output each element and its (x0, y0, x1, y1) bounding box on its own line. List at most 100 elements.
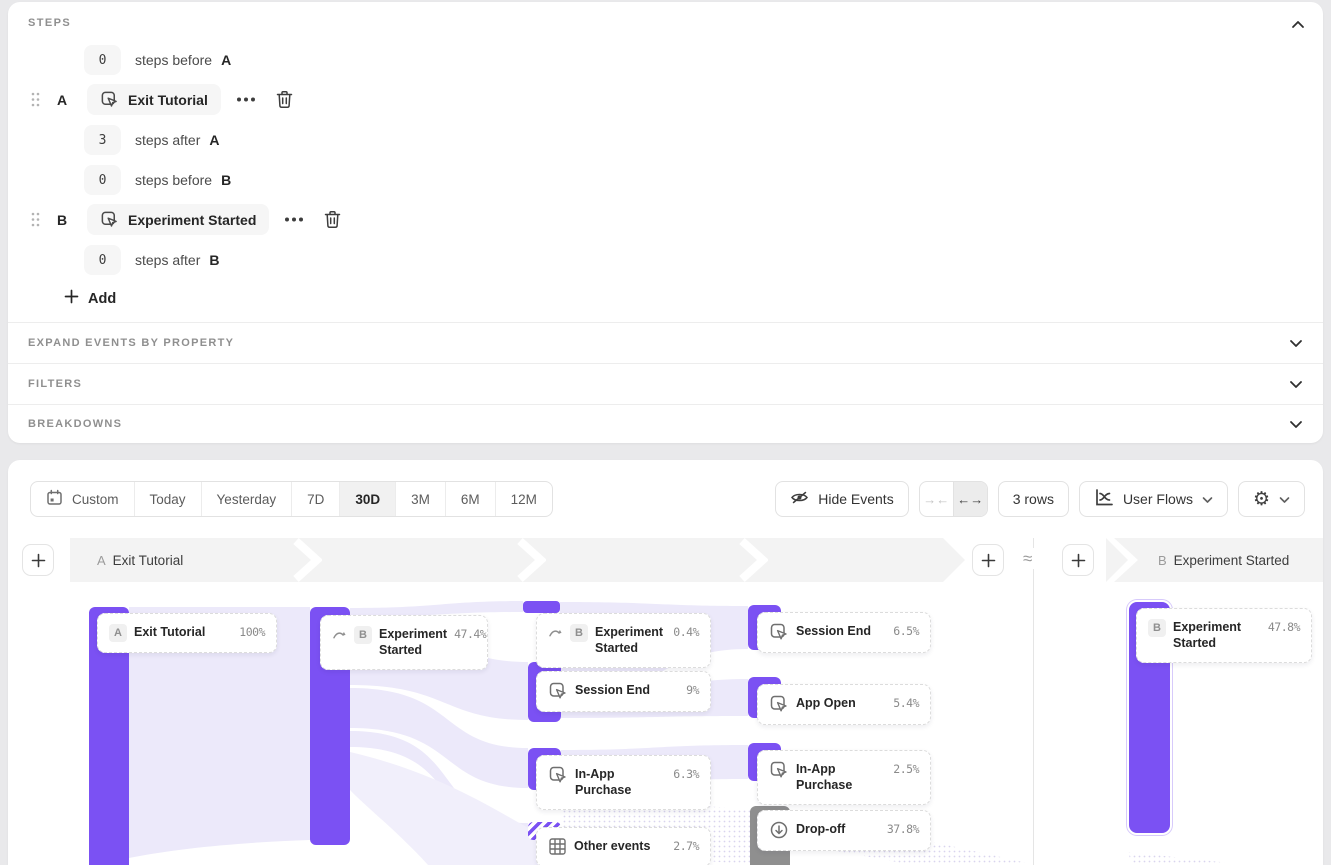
flows-visualization-panel: Custom Today Yesterday 7D 30D 3M 6M 12M … (8, 460, 1323, 865)
event-click-icon (769, 622, 789, 642)
steps-after-a-row: 3 steps after A (84, 125, 220, 155)
step-header-b-experiment-started[interactable]: B Experiment Started (1114, 538, 1323, 582)
date-range-12m[interactable]: 12M (495, 482, 552, 516)
skip-steps-icon (332, 629, 347, 640)
steps-before-b-row: 0 steps before B (84, 165, 231, 195)
collapse-columns-icon[interactable]: →← (920, 482, 953, 516)
column-width-toggle: →← ←→ (919, 481, 988, 517)
steps-before-a-row: 0 steps before A (84, 45, 231, 75)
chevron-down-icon (1202, 491, 1213, 507)
skip-steps-icon (548, 627, 563, 638)
trash-icon[interactable] (324, 210, 341, 229)
rows-count-button[interactable]: 3 rows (998, 481, 1069, 517)
chevron-up-icon[interactable] (1291, 17, 1305, 35)
query-builder-panel: STEPS 0 steps before A A Exit Tutorial (8, 2, 1323, 443)
chevron-down-icon (1289, 419, 1303, 430)
event-selector-exit-tutorial[interactable]: Exit Tutorial (87, 84, 221, 115)
step-header-a-exit-tutorial[interactable]: A Exit Tutorial (70, 538, 965, 582)
date-range-today[interactable]: Today (134, 482, 201, 516)
date-range-3m[interactable]: 3M (395, 482, 445, 516)
steps-after-a-input[interactable]: 3 (84, 125, 121, 155)
flow-node-in-app-purchase-25[interactable]: In-App Purchase 2.5% (757, 750, 931, 805)
sankey-bar-experiment-started-04[interactable] (523, 601, 560, 613)
section-breakdowns[interactable]: BREAKDOWNS (8, 404, 1323, 443)
gap-row-label: steps before (135, 52, 212, 68)
add-column-left-button[interactable] (22, 544, 54, 576)
step-letter: A (57, 92, 71, 108)
settings-dropdown-button[interactable]: ⚙ (1238, 481, 1305, 517)
flow-node-experiment-started-04[interactable]: B Experiment Started 0.4% (536, 613, 711, 668)
flow-node-exit-tutorial[interactable]: A Exit Tutorial 100% (97, 613, 277, 653)
plus-icon (64, 289, 79, 308)
flow-node-in-app-purchase-63[interactable]: In-App Purchase 6.3% (536, 755, 711, 810)
steps-before-a-input[interactable]: 0 (84, 45, 121, 75)
step-chip: B (354, 626, 372, 644)
event-chip-label: Experiment Started (128, 212, 256, 228)
gear-icon: ⚙ (1253, 490, 1270, 509)
user-flows-page: STEPS 0 steps before A A Exit Tutorial (0, 0, 1331, 865)
expand-columns-icon[interactable]: ←→ (953, 482, 987, 516)
event-click-icon (100, 210, 119, 229)
steps-after-b-row: 0 steps after B (84, 245, 220, 275)
trash-icon[interactable] (276, 90, 293, 109)
step-letter: B (57, 212, 71, 228)
chevron-down-icon (1279, 491, 1290, 507)
steps-after-b-input[interactable]: 0 (84, 245, 121, 275)
event-click-icon (100, 90, 119, 109)
step-chip: A (109, 624, 127, 642)
gap-row-label: steps after (135, 132, 200, 148)
event-chip-label: Exit Tutorial (128, 92, 208, 108)
more-options-icon[interactable] (284, 217, 304, 222)
gap-row-ref: B (209, 252, 219, 268)
flow-node-experiment-started-478[interactable]: B Experiment Started 47.8% (1136, 608, 1312, 663)
date-range-30d-selected[interactable]: 30D (339, 482, 395, 516)
chevron-down-icon (1289, 338, 1303, 349)
toolbar-right-controls: Hide Events →← ←→ 3 rows User Flows ⚙ (775, 481, 1305, 517)
date-range-custom[interactable]: Custom (31, 482, 134, 516)
chevron-separator-icon (738, 538, 768, 587)
flow-node-app-open[interactable]: App Open 5.4% (757, 684, 931, 725)
date-range-yesterday[interactable]: Yesterday (201, 482, 292, 516)
add-step-before-b-button[interactable] (1062, 544, 1094, 576)
gap-row-ref: B (221, 172, 231, 188)
date-range-control: Custom Today Yesterday 7D 30D 3M 6M 12M (30, 481, 553, 517)
drop-off-icon (769, 820, 789, 840)
gap-row-ref: A (221, 52, 231, 68)
date-range-7d[interactable]: 7D (291, 482, 339, 516)
hide-events-button[interactable]: Hide Events (775, 481, 908, 517)
section-filters[interactable]: FILTERS (8, 363, 1323, 404)
approx-symbol: ≈ (1019, 548, 1036, 569)
step-chip: B (1148, 619, 1166, 637)
event-click-icon (548, 765, 568, 785)
user-flows-chart-icon (1094, 488, 1114, 510)
add-label: Add (88, 291, 116, 307)
step-row-b: B Experiment Started (31, 204, 341, 235)
drag-handle-icon[interactable] (31, 212, 40, 227)
eye-off-icon (790, 489, 809, 509)
steps-before-b-input[interactable]: 0 (84, 165, 121, 195)
drag-handle-icon[interactable] (31, 92, 40, 107)
chevron-separator-icon (516, 538, 546, 587)
date-range-6m[interactable]: 6M (445, 482, 495, 516)
add-step-after-a-button[interactable] (972, 544, 1004, 576)
more-options-icon[interactable] (236, 97, 256, 102)
flow-node-drop-off[interactable]: Drop-off 37.8% (757, 810, 931, 851)
flow-node-other-events[interactable]: Other events 2.7% (536, 827, 711, 865)
flow-node-session-end-9[interactable]: Session End 9% (536, 671, 711, 712)
flow-node-experiment-started-47[interactable]: B Experiment Started 47.4% (320, 615, 488, 670)
event-click-icon (769, 694, 789, 714)
gap-row-label: steps after (135, 252, 200, 268)
step-row-a: A Exit Tutorial (31, 84, 293, 115)
grid-icon (548, 837, 567, 856)
section-expand-events-by-property[interactable]: EXPAND EVENTS BY PROPERTY (8, 322, 1323, 363)
steps-section-label: STEPS (28, 17, 71, 29)
add-step-button[interactable]: Add (64, 289, 116, 308)
flow-node-session-end-65[interactable]: Session End 6.5% (757, 612, 931, 653)
event-click-icon (548, 681, 568, 701)
event-click-icon (769, 760, 789, 780)
gap-row-label: steps before (135, 172, 212, 188)
chevron-down-icon (1289, 379, 1303, 390)
chevron-separator-icon (292, 538, 322, 587)
event-selector-experiment-started[interactable]: Experiment Started (87, 204, 269, 235)
view-selector-user-flows[interactable]: User Flows (1079, 481, 1228, 517)
